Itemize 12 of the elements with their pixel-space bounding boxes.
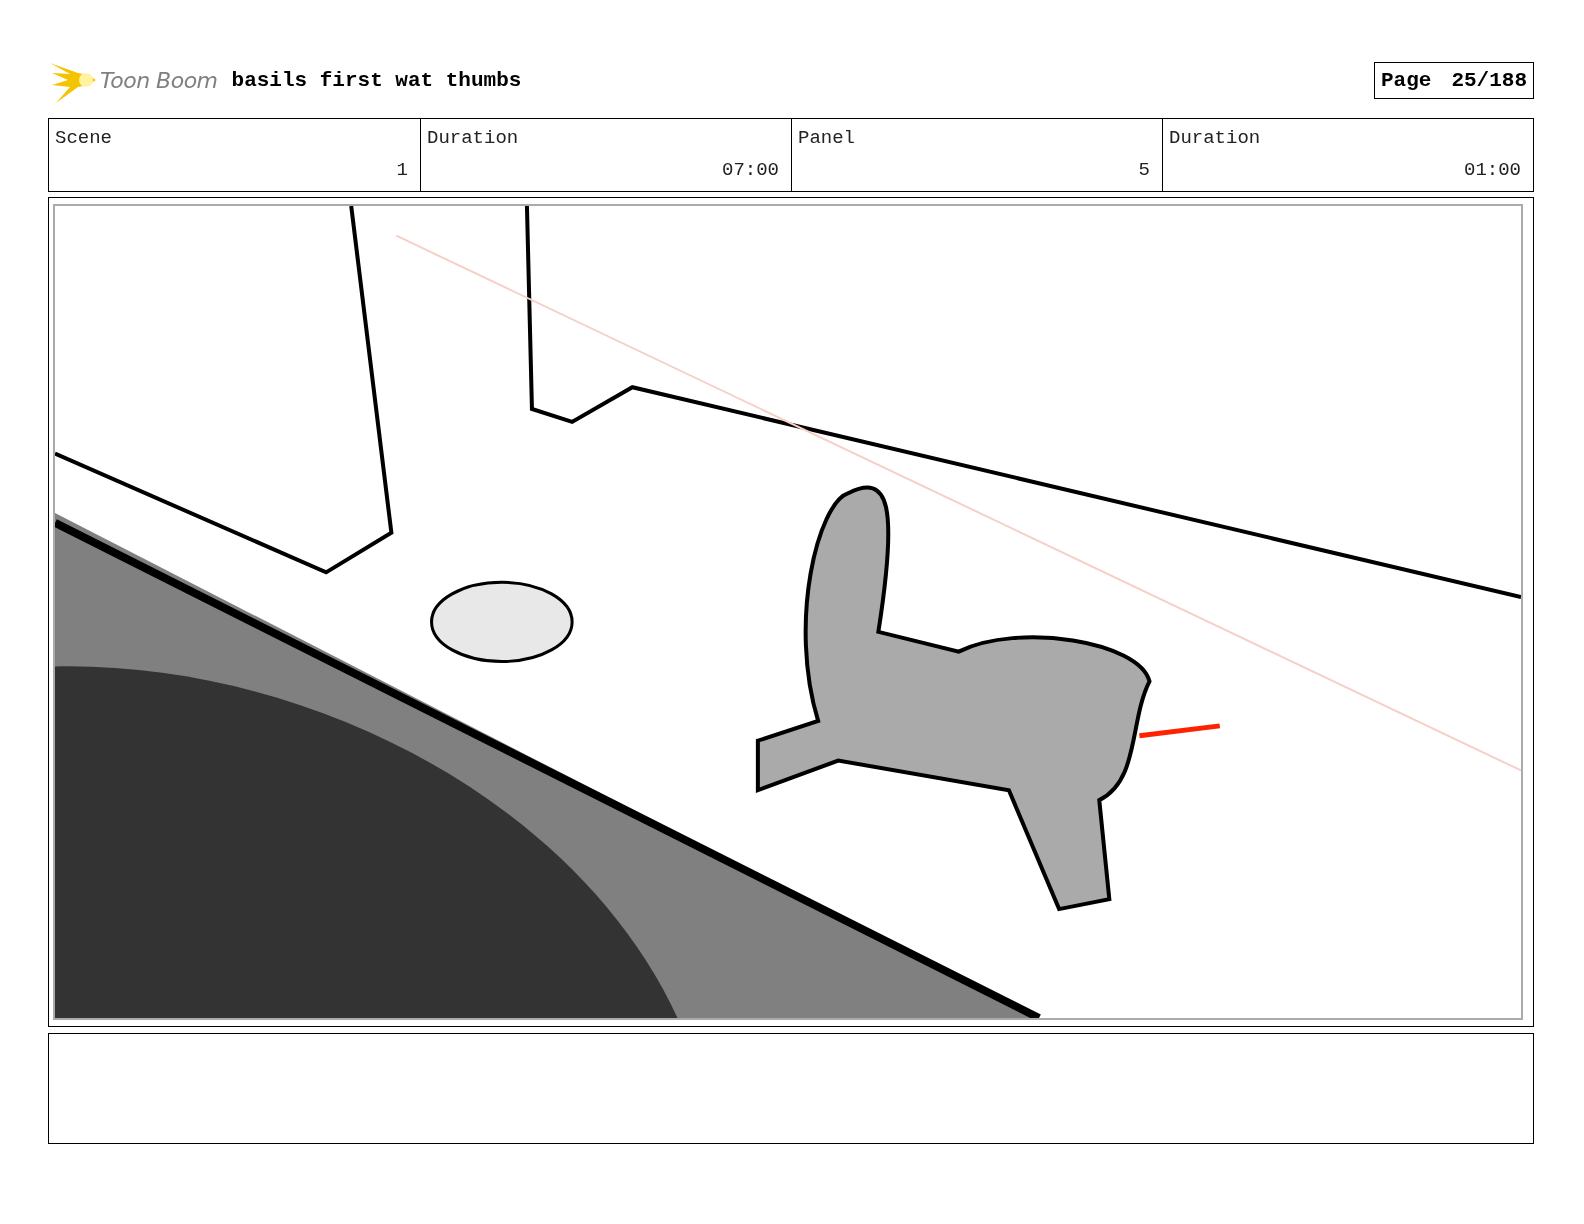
storyboard-title: basils first wat thumbs [231,68,522,92]
field-label: Duration [427,127,520,149]
field-value: 07:00 [722,159,779,181]
field-value: 1 [396,159,408,181]
page-number: 25/188 [1451,68,1527,92]
field-value: 01:00 [1464,159,1521,181]
field-label: Duration [1169,127,1262,149]
field-label: Scene [55,127,113,149]
page-label: Page [1380,68,1432,92]
field-label: Panel [798,127,856,149]
field-value: 5 [1138,159,1150,181]
logo-text: Toon Boom [100,67,218,93]
